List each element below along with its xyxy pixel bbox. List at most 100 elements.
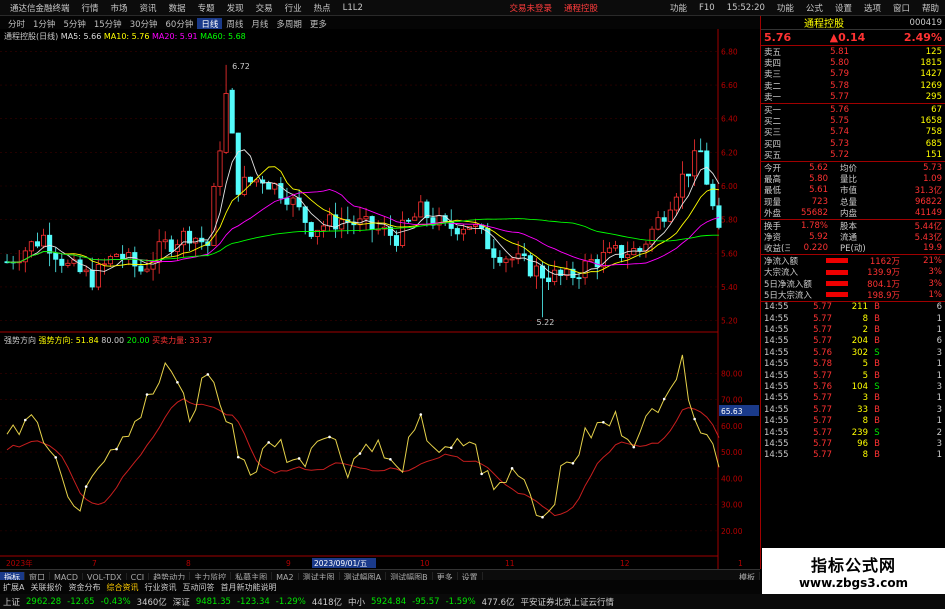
candle-body (686, 173, 692, 177)
menu-right-item[interactable]: 公式 (800, 2, 829, 14)
menu-item[interactable]: 交易 (250, 2, 279, 14)
signal-dot (389, 457, 392, 461)
period-tab[interactable]: 周线 (222, 18, 247, 30)
candle-body (625, 254, 631, 259)
last-price: 5.76 (764, 31, 792, 44)
tick-row: 14:55 5.77 8 B 1 (764, 313, 942, 324)
menu-right-item[interactable]: 设置 (829, 2, 858, 14)
period-tab[interactable]: 30分钟 (126, 18, 162, 30)
candle-body (412, 216, 418, 221)
info-tab[interactable]: 首月新功能说明 (217, 582, 279, 593)
signal-dot (176, 380, 179, 384)
menu-right-item[interactable]: 窗口 (887, 2, 916, 14)
watermark: 指标公式网 www.zbgs3.com (762, 548, 945, 594)
menu-right-item[interactable]: 功能 (664, 2, 693, 14)
price-axis-label: 6.60 (721, 81, 738, 90)
candle-body (187, 230, 193, 244)
menu-item[interactable]: L1L2 (337, 3, 369, 13)
info-tab[interactable]: 综合资讯 (103, 582, 141, 593)
candle-body (120, 253, 126, 260)
period-tab[interactable]: 日线 (197, 17, 223, 30)
menu-right-item[interactable]: F10 (693, 3, 721, 13)
candle-body (667, 209, 673, 222)
ma-legend: 通程控股(日线) MA5: 5.66 MA10: 5.76 MA20: 5.91… (4, 31, 246, 41)
candle-body (594, 259, 600, 268)
high-label: 6.72 (232, 62, 250, 71)
stock-link[interactable]: 通程控股 (558, 2, 604, 14)
menu-item[interactable]: 通达信金融终端 (4, 2, 76, 14)
indicator-axis-label: 60.00 (721, 422, 743, 431)
candle-body (400, 219, 406, 246)
candle-body (527, 255, 533, 277)
ticker-item: 3460亿 (136, 597, 167, 608)
tick-row: 14:55 5.77 211 B 6 (764, 302, 942, 313)
ticker-item: -0.43% (100, 596, 131, 607)
info-tab[interactable]: 扩展A (0, 582, 27, 593)
menu-right-item[interactable]: 功能 (771, 2, 800, 14)
signal-dot (449, 446, 453, 450)
menu-right-item[interactable]: 15:52:20 (721, 3, 771, 13)
tick-row: 14:55 5.77 204 B 6 (764, 336, 942, 347)
menu-item[interactable]: 行情 (76, 2, 105, 14)
period-tab[interactable]: 5分钟 (59, 18, 89, 30)
signal-dot (480, 472, 483, 476)
candle-body (631, 248, 637, 256)
menu-item[interactable]: 数据 (163, 2, 192, 14)
candle-body (53, 252, 59, 260)
price-change: ▲0.14 (829, 31, 866, 44)
indicator-legend: 强势方向 强势方向: 51.84 80.00 20.00 买卖力量: 33.37 (4, 335, 212, 345)
price-axis-label: 5.60 (721, 249, 738, 258)
stat-row: 最低 5.61 市值 31.3亿 (764, 185, 942, 197)
info-tab[interactable]: 行业资讯 (141, 582, 179, 593)
candle-body (83, 269, 89, 273)
candle-body (162, 239, 168, 243)
signal-dot (328, 435, 331, 439)
period-tab[interactable]: 60分钟 (162, 18, 198, 30)
kline-chart[interactable]: 6.80 6.60 6.40 6.20 6.00 5.80 5.60 5.40 5.20 通程控股… (0, 29, 760, 569)
ticker-item: -1.29% (275, 596, 306, 607)
signal-dot (358, 452, 362, 455)
tick-row: 14:55 5.77 96 B 3 (764, 438, 942, 449)
menu-item[interactable]: 资讯 (134, 2, 163, 14)
menu-item[interactable]: 发现 (221, 2, 250, 14)
watermark-url: www.zbgs3.com (798, 576, 909, 590)
ticker-item: 477.6亿 (481, 597, 515, 608)
signal-dot (267, 441, 270, 444)
signal-dot (419, 413, 423, 416)
period-tab[interactable]: 月线 (247, 18, 272, 30)
date-axis-label: 11 (505, 559, 515, 568)
bid-row: 买三 5.74 758 (764, 127, 942, 139)
period-tab[interactable]: 更多 (306, 18, 331, 30)
date-axis-label: 8 (186, 559, 191, 568)
tick-row: 14:55 5.76 104 S 3 (764, 382, 942, 393)
indicator-axis-label: 80.00 (721, 369, 743, 378)
menu-right-item[interactable]: 帮助 (916, 2, 945, 14)
candle-body (612, 245, 619, 249)
candle-body (509, 258, 515, 261)
menu-item[interactable]: 热点 (308, 2, 337, 14)
menu-item[interactable]: 市场 (105, 2, 134, 14)
period-tab[interactable]: 1分钟 (29, 18, 59, 30)
candle-body (473, 224, 479, 227)
period-tab[interactable]: 15分钟 (90, 18, 126, 30)
menu-item[interactable]: 专题 (192, 2, 221, 14)
tick-row: 14:55 5.77 8 B 1 (764, 416, 942, 427)
candle-body (533, 265, 539, 277)
menu-item[interactable]: 行业 (279, 2, 308, 14)
date-axis-label: 7 (92, 559, 97, 568)
date-axis-label: 2023年 (6, 558, 33, 568)
trade-login[interactable]: 交易未登录 (503, 2, 558, 14)
candle-body (393, 235, 399, 246)
info-tab[interactable]: 关联报价 (27, 582, 65, 593)
ask-row: 卖四 5.80 1815 (764, 58, 942, 70)
info-tab[interactable]: 资金分布 (65, 582, 103, 593)
stat-row: 外盘 55682 内盘 41149 (764, 208, 942, 220)
period-tab[interactable]: 多周期 (272, 18, 306, 30)
menu-right-item[interactable]: 选项 (858, 2, 887, 14)
period-tab[interactable]: 分时 (4, 18, 29, 30)
info-tab[interactable]: 互动问答 (179, 582, 217, 593)
signal-dot (571, 461, 575, 465)
ticker-item: 中小 (348, 597, 366, 608)
candle-body (576, 277, 582, 280)
candle-body (637, 248, 643, 252)
